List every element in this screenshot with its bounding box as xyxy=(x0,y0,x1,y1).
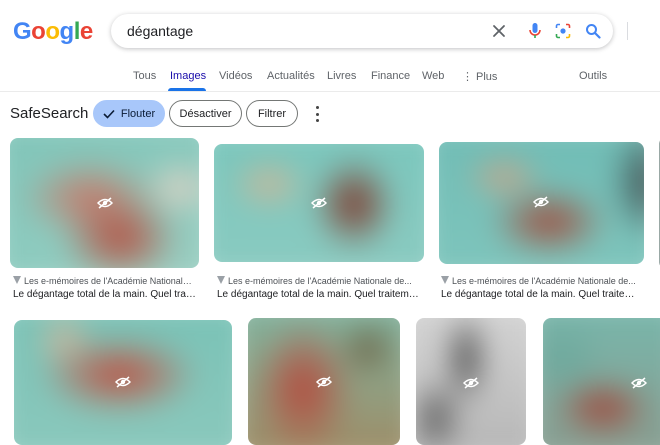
more-vert-icon: ⋮ xyxy=(462,71,473,83)
tab-videos[interactable]: Vidéos xyxy=(219,70,252,82)
result-source-3[interactable]: Les e-mémoires de l'Académie Nationale d… xyxy=(441,276,641,286)
result-source-2[interactable]: Les e-mémoires de l'Académie Nationale d… xyxy=(217,276,422,286)
source-favicon xyxy=(441,276,449,284)
tab-tous[interactable]: Tous xyxy=(133,70,156,82)
tab-livres[interactable]: Livres xyxy=(327,70,356,82)
blurred-eye-icon xyxy=(97,197,113,209)
search-box xyxy=(111,14,628,48)
camera-lens-icon[interactable] xyxy=(553,21,573,41)
header: Google xyxy=(0,0,660,62)
blurred-eye-icon xyxy=(533,196,549,208)
result-image-3[interactable] xyxy=(439,142,644,264)
search-tabs: Tous Images Vidéos Actualités Livres Fin… xyxy=(0,62,660,92)
checkmark-icon xyxy=(103,109,115,119)
blurred-eye-icon xyxy=(463,377,479,389)
result-caption-1[interactable]: Le dégantage total de la main. Quel trai… xyxy=(13,289,196,300)
chip-filtrer[interactable]: Filtrer xyxy=(246,100,298,127)
search-input[interactable] xyxy=(127,22,467,40)
search-icon[interactable] xyxy=(583,21,603,41)
chip-flouter[interactable]: Flouter xyxy=(93,100,165,127)
search-divider xyxy=(627,22,628,40)
result-image-1[interactable] xyxy=(10,138,199,268)
chip-desactiver-label: Désactiver xyxy=(179,107,232,120)
active-tab-indicator xyxy=(168,88,206,91)
blurred-eye-icon xyxy=(631,377,647,389)
result-caption-3[interactable]: Le dégantage total de la main. Quel trai… xyxy=(441,289,639,300)
clear-icon[interactable] xyxy=(489,21,509,41)
result-source-label: Les e-mémoires de l'Académie Nationale d… xyxy=(452,276,636,286)
chip-desactiver[interactable]: Désactiver xyxy=(169,100,242,127)
blurred-eye-icon xyxy=(316,376,332,388)
chip-filtrer-label: Filtrer xyxy=(257,107,287,120)
tab-images[interactable]: Images xyxy=(170,70,206,82)
source-favicon xyxy=(13,276,21,284)
blurred-eye-icon xyxy=(311,197,327,209)
tab-web[interactable]: Web xyxy=(422,70,444,82)
result-image-6[interactable] xyxy=(248,318,400,445)
tab-plus-label: Plus xyxy=(476,71,498,83)
chip-flouter-label: Flouter xyxy=(120,107,156,120)
microphone-icon[interactable] xyxy=(525,21,545,41)
tools-button[interactable]: Outils xyxy=(579,70,607,82)
result-caption-2[interactable]: Le dégantage total de la main. Quel trai… xyxy=(217,289,419,300)
tab-plus[interactable]: ⋮ Plus xyxy=(462,70,497,83)
result-source-label: Les e-mémoires de l'Académie Nationale d… xyxy=(24,276,196,286)
result-image-2[interactable] xyxy=(214,144,424,262)
result-image-7[interactable] xyxy=(416,318,526,445)
safesearch-title: SafeSearch xyxy=(10,105,89,122)
source-favicon xyxy=(217,276,225,284)
result-image-5[interactable] xyxy=(14,320,232,445)
result-source-label: Les e-mémoires de l'Académie Nationale d… xyxy=(228,276,412,286)
tab-actualites[interactable]: Actualités xyxy=(267,70,315,82)
safesearch-bar: SafeSearch Flouter Désactiver Filtrer xyxy=(0,93,660,135)
result-image-8[interactable] xyxy=(543,318,660,445)
tab-finance[interactable]: Finance xyxy=(371,70,410,82)
blurred-eye-icon xyxy=(115,376,131,388)
result-source-1[interactable]: Les e-mémoires de l'Académie Nationale d… xyxy=(13,276,196,286)
google-logo[interactable]: Google xyxy=(13,18,93,46)
more-options-icon[interactable] xyxy=(310,106,324,122)
